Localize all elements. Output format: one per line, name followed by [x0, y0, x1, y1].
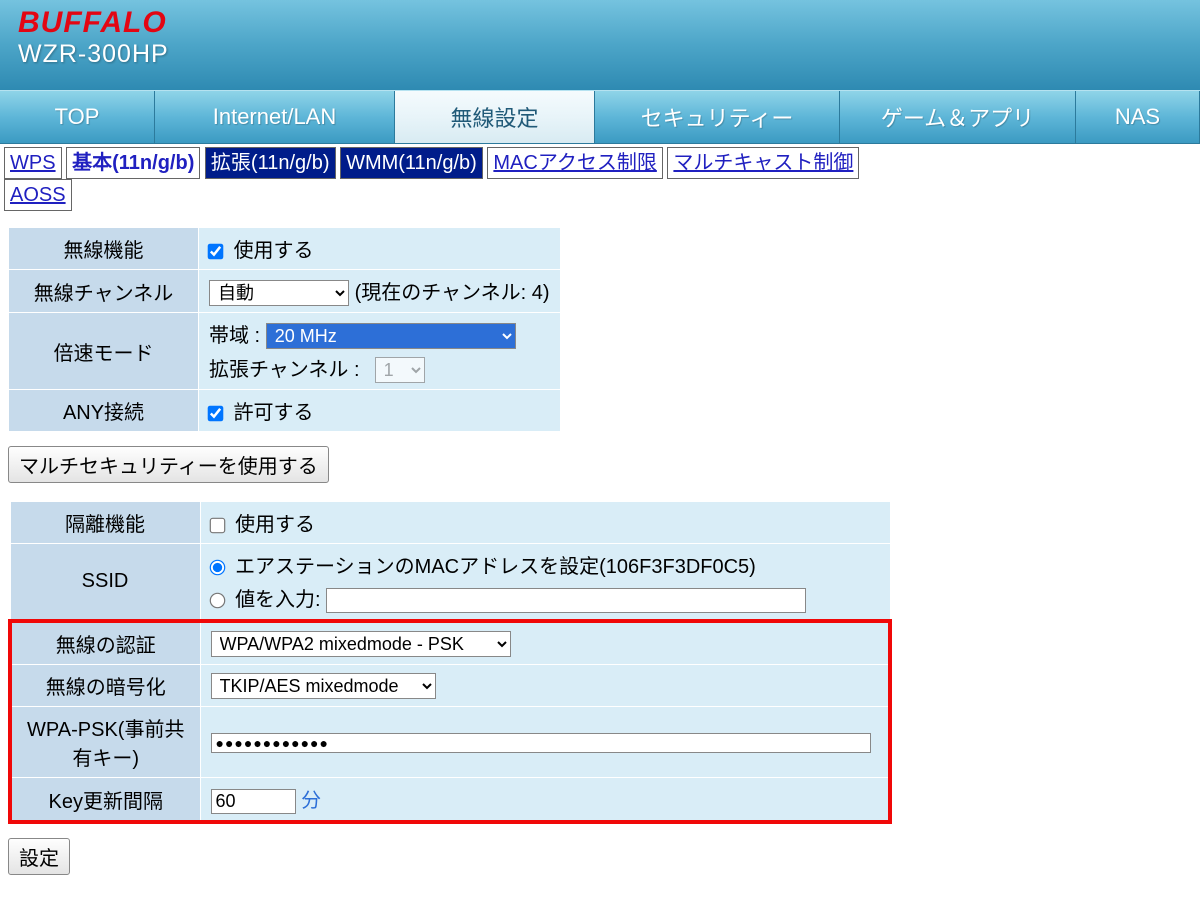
row-psk-value — [200, 707, 890, 778]
tab-top-label: TOP — [55, 104, 100, 130]
row-ssid-value: エアステーションのMACアドレスを設定(106F3F3DF0C5) 値を入力: — [200, 544, 890, 622]
auth-select[interactable]: WPA/WPA2 mixedmode - PSK — [211, 631, 511, 657]
rekey-input[interactable] — [211, 789, 296, 814]
row-isolation-label: 隔離機能 — [10, 502, 200, 544]
header: BUFFALO WZR-300HP — [0, 0, 1200, 90]
multi-security-button[interactable]: マルチセキュリティーを使用する — [8, 446, 329, 483]
tab-internet-label: Internet/LAN — [213, 104, 337, 130]
row-rekey-value: 分 — [200, 778, 890, 823]
ext-channel-label: 拡張チャンネル : — [209, 353, 369, 382]
any-opt-label: 許可する — [234, 402, 314, 424]
channel-select[interactable]: 自動 — [209, 280, 349, 306]
row-any-value: 許可する — [199, 390, 561, 432]
tab-wireless-label: 無線設定 — [450, 101, 538, 133]
row-wireless-func-label: 無線機能 — [9, 228, 199, 270]
subnav-basic[interactable]: 基本(11n/g/b) — [66, 147, 200, 179]
isolation-checkbox[interactable] — [209, 518, 225, 534]
tab-security[interactable]: セキュリティー — [595, 91, 840, 143]
tab-nas-label: NAS — [1115, 104, 1160, 130]
model-name: WZR-300HP — [18, 40, 1182, 69]
rekey-unit: 分 — [301, 790, 321, 812]
submit-button[interactable]: 設定 — [8, 838, 70, 875]
content: 無線機能 使用する 無線チャンネル 自動 (現在のチャンネル: 4) 倍速モード… — [0, 211, 1200, 891]
ssid-value-radio[interactable] — [209, 593, 225, 609]
row-speed-value: 帯域 : 20 MHz 拡張チャンネル : 1 — [199, 313, 561, 390]
row-encrypt-label: 無線の暗号化 — [10, 665, 200, 707]
tab-game-label: ゲーム＆アプリ — [881, 101, 1034, 133]
subnav-wmm[interactable]: WMM(11n/g/b) — [340, 147, 483, 179]
channel-note: (現在のチャンネル: 4) — [355, 282, 550, 304]
tab-internet-lan[interactable]: Internet/LAN — [155, 91, 395, 143]
row-any-label: ANY接続 — [9, 390, 199, 432]
row-rekey-label: Key更新間隔 — [10, 778, 200, 823]
isolation-opt-label: 使用する — [235, 514, 315, 536]
subnav-aoss[interactable]: AOSS — [4, 179, 72, 211]
tab-wireless[interactable]: 無線設定 — [395, 91, 595, 143]
encrypt-select[interactable]: TKIP/AES mixedmode — [211, 673, 436, 699]
psk-input[interactable] — [211, 733, 871, 753]
row-channel-value: 自動 (現在のチャンネル: 4) — [199, 270, 561, 313]
sub-nav: WPS 基本(11n/g/b) 拡張(11n/g/b) WMM(11n/g/b)… — [0, 144, 1200, 211]
band-select[interactable]: 20 MHz — [266, 323, 516, 349]
row-wireless-func-value: 使用する — [199, 228, 561, 270]
ssid-input[interactable] — [326, 588, 806, 613]
tab-top[interactable]: TOP — [0, 91, 155, 143]
ssid-mac-label: エアステーションのMACアドレスを設定(106F3F3DF0C5) — [235, 556, 756, 578]
subnav-advanced[interactable]: 拡張(11n/g/b) — [205, 147, 336, 179]
brand-logo: BUFFALO — [18, 8, 1182, 38]
tab-game-app[interactable]: ゲーム＆アプリ — [840, 91, 1076, 143]
wireless-func-opt-label: 使用する — [234, 240, 314, 262]
tab-security-label: セキュリティー — [641, 101, 794, 133]
band-label: 帯域 : — [209, 325, 260, 347]
main-nav: TOP Internet/LAN 無線設定 セキュリティー ゲーム＆アプリ NA… — [0, 90, 1200, 144]
row-speed-label: 倍速モード — [9, 313, 199, 390]
row-encrypt-value: TKIP/AES mixedmode — [200, 665, 890, 707]
row-psk-label: WPA-PSK(事前共有キー) — [10, 707, 200, 778]
subnav-mac[interactable]: MACアクセス制限 — [487, 147, 662, 179]
settings-table-security: 隔離機能 使用する SSID エアステーションのMACアドレスを設定(106F3… — [8, 501, 892, 824]
ext-channel-select: 1 — [375, 357, 425, 383]
row-ssid-label: SSID — [10, 544, 200, 622]
subnav-wps[interactable]: WPS — [4, 147, 62, 179]
any-checkbox[interactable] — [208, 406, 224, 422]
ssid-mac-radio[interactable] — [209, 560, 225, 576]
row-isolation-value: 使用する — [200, 502, 890, 544]
settings-table-basic: 無線機能 使用する 無線チャンネル 自動 (現在のチャンネル: 4) 倍速モード… — [8, 227, 561, 432]
tab-nas[interactable]: NAS — [1076, 91, 1200, 143]
row-auth-value: WPA/WPA2 mixedmode - PSK — [200, 621, 890, 665]
subnav-multicast[interactable]: マルチキャスト制御 — [667, 147, 859, 179]
row-channel-label: 無線チャンネル — [9, 270, 199, 313]
ssid-value-label: 値を入力: — [235, 589, 321, 611]
wireless-func-checkbox[interactable] — [208, 244, 224, 260]
row-auth-label: 無線の認証 — [10, 621, 200, 665]
